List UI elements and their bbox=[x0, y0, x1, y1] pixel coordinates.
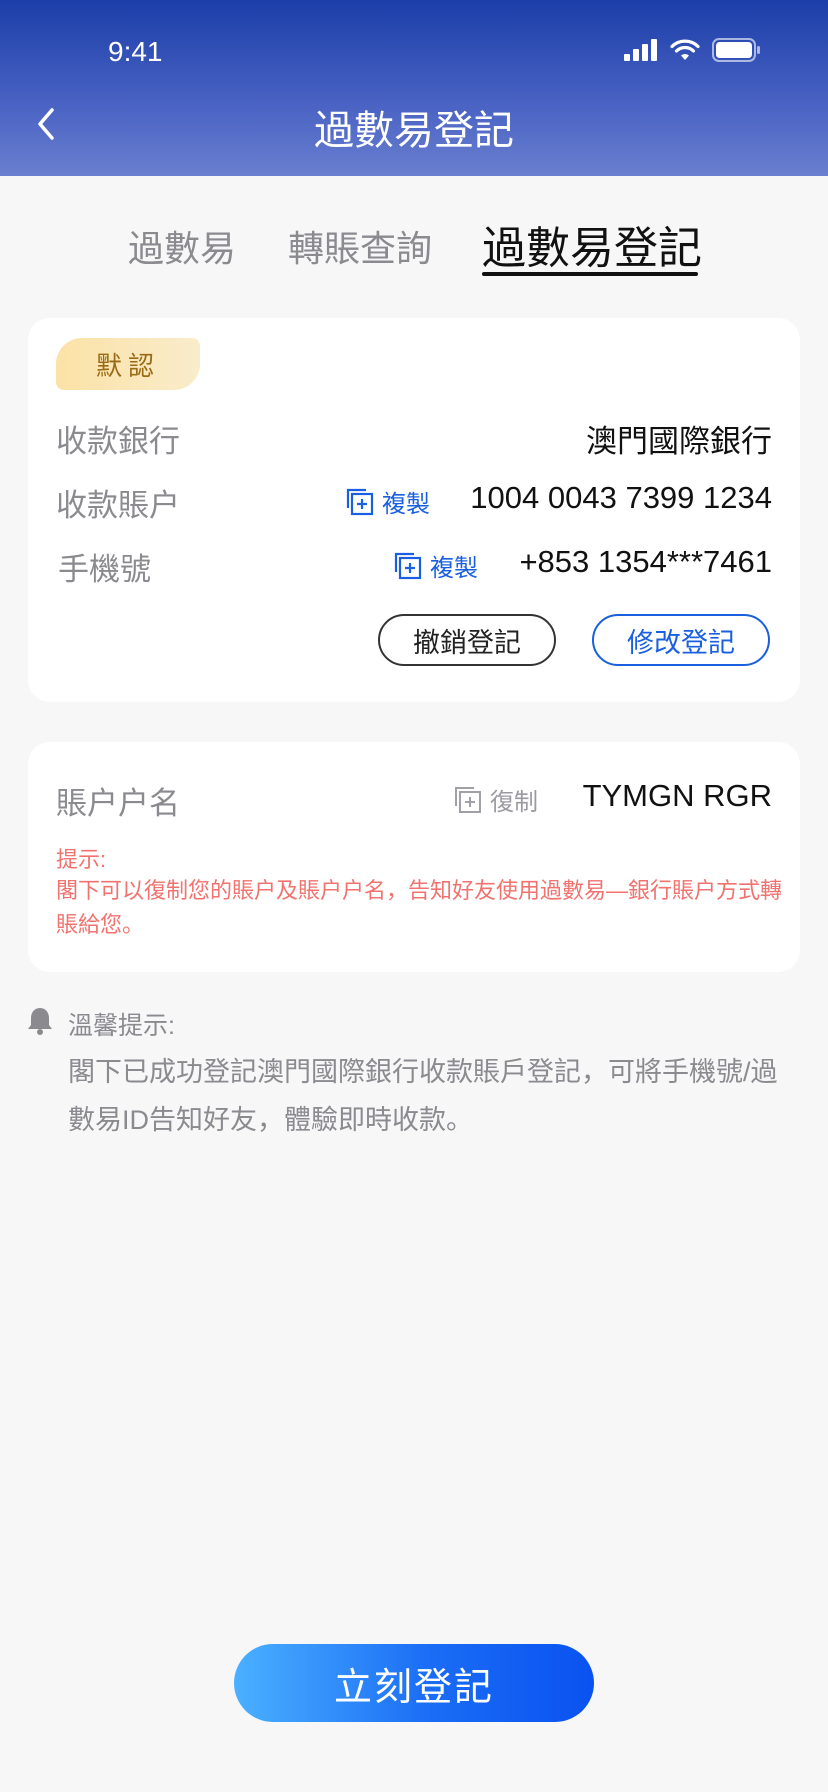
account-number: 1004 0043 7399 1234 bbox=[470, 480, 772, 515]
account-name-label: 賬户户名 bbox=[56, 786, 180, 821]
register-now-button[interactable]: 立刻登記 bbox=[234, 1644, 594, 1722]
notice-title: 溫馨提示: bbox=[68, 1012, 175, 1040]
bank-value: 澳門國際銀行 bbox=[586, 424, 772, 459]
account-label: 收款賬户 bbox=[56, 488, 180, 523]
copy-icon bbox=[455, 786, 481, 813]
wifi-icon bbox=[670, 39, 700, 60]
app-header: 9:41 過數易登記 bbox=[0, 0, 828, 176]
copy-phone-label: 複製 bbox=[430, 555, 478, 582]
tip-title: 提示: bbox=[56, 847, 107, 872]
tab-bar: 過數易 轉賬查詢 過數易登記 bbox=[0, 212, 828, 282]
copy-name-button[interactable]: 復制 bbox=[454, 782, 538, 817]
tab-registration[interactable]: 過數易登記 bbox=[482, 212, 702, 276]
bell-icon bbox=[28, 1008, 52, 1035]
page-title: 過數易登記 bbox=[314, 109, 514, 153]
account-name-card: 賬户户名 復制 TYMGN RGR 提示: 閣下可以復制您的賬户及賬户户名，告知… bbox=[28, 742, 800, 972]
notice-text: 閣下已成功登記澳門國際銀行收款賬戶登記，可將手機號/過數易ID告知好友，體驗即時… bbox=[68, 1057, 778, 1135]
phone-number: +853 1354***7461 bbox=[519, 544, 772, 579]
copy-name-label: 復制 bbox=[490, 789, 538, 816]
tip-text: 閣下可以復制您的賬户及賬户户名，告知好友使用過數易—銀行賬户方式轉賬給您。 bbox=[56, 878, 783, 937]
default-badge: 默認 bbox=[56, 338, 200, 390]
signal-icon bbox=[624, 39, 657, 61]
revoke-registration-button[interactable]: 撤銷登記 bbox=[378, 614, 556, 666]
account-card: 默認 收款銀行 澳門國際銀行 收款賬户 複製 1004 0043 7399 12… bbox=[28, 318, 800, 702]
tab-transfer[interactable]: 過數易 bbox=[128, 220, 236, 272]
copy-account-label: 複製 bbox=[382, 491, 430, 518]
copy-account-button[interactable]: 複製 bbox=[346, 484, 430, 519]
copy-icon bbox=[394, 552, 422, 579]
active-tab-indicator bbox=[482, 272, 698, 276]
bank-label: 收款銀行 bbox=[56, 424, 180, 459]
status-icons bbox=[624, 38, 760, 62]
battery-icon bbox=[712, 38, 760, 62]
account-name-value: TYMGN RGR bbox=[582, 778, 772, 813]
status-time: 9:41 bbox=[108, 36, 163, 67]
tab-transfer-query[interactable]: 轉賬查詢 bbox=[288, 220, 432, 272]
phone-label: 手機號 bbox=[58, 552, 151, 587]
copy-icon bbox=[346, 488, 374, 515]
copy-phone-button[interactable]: 複製 bbox=[394, 548, 478, 583]
modify-registration-button[interactable]: 修改登記 bbox=[592, 614, 770, 666]
